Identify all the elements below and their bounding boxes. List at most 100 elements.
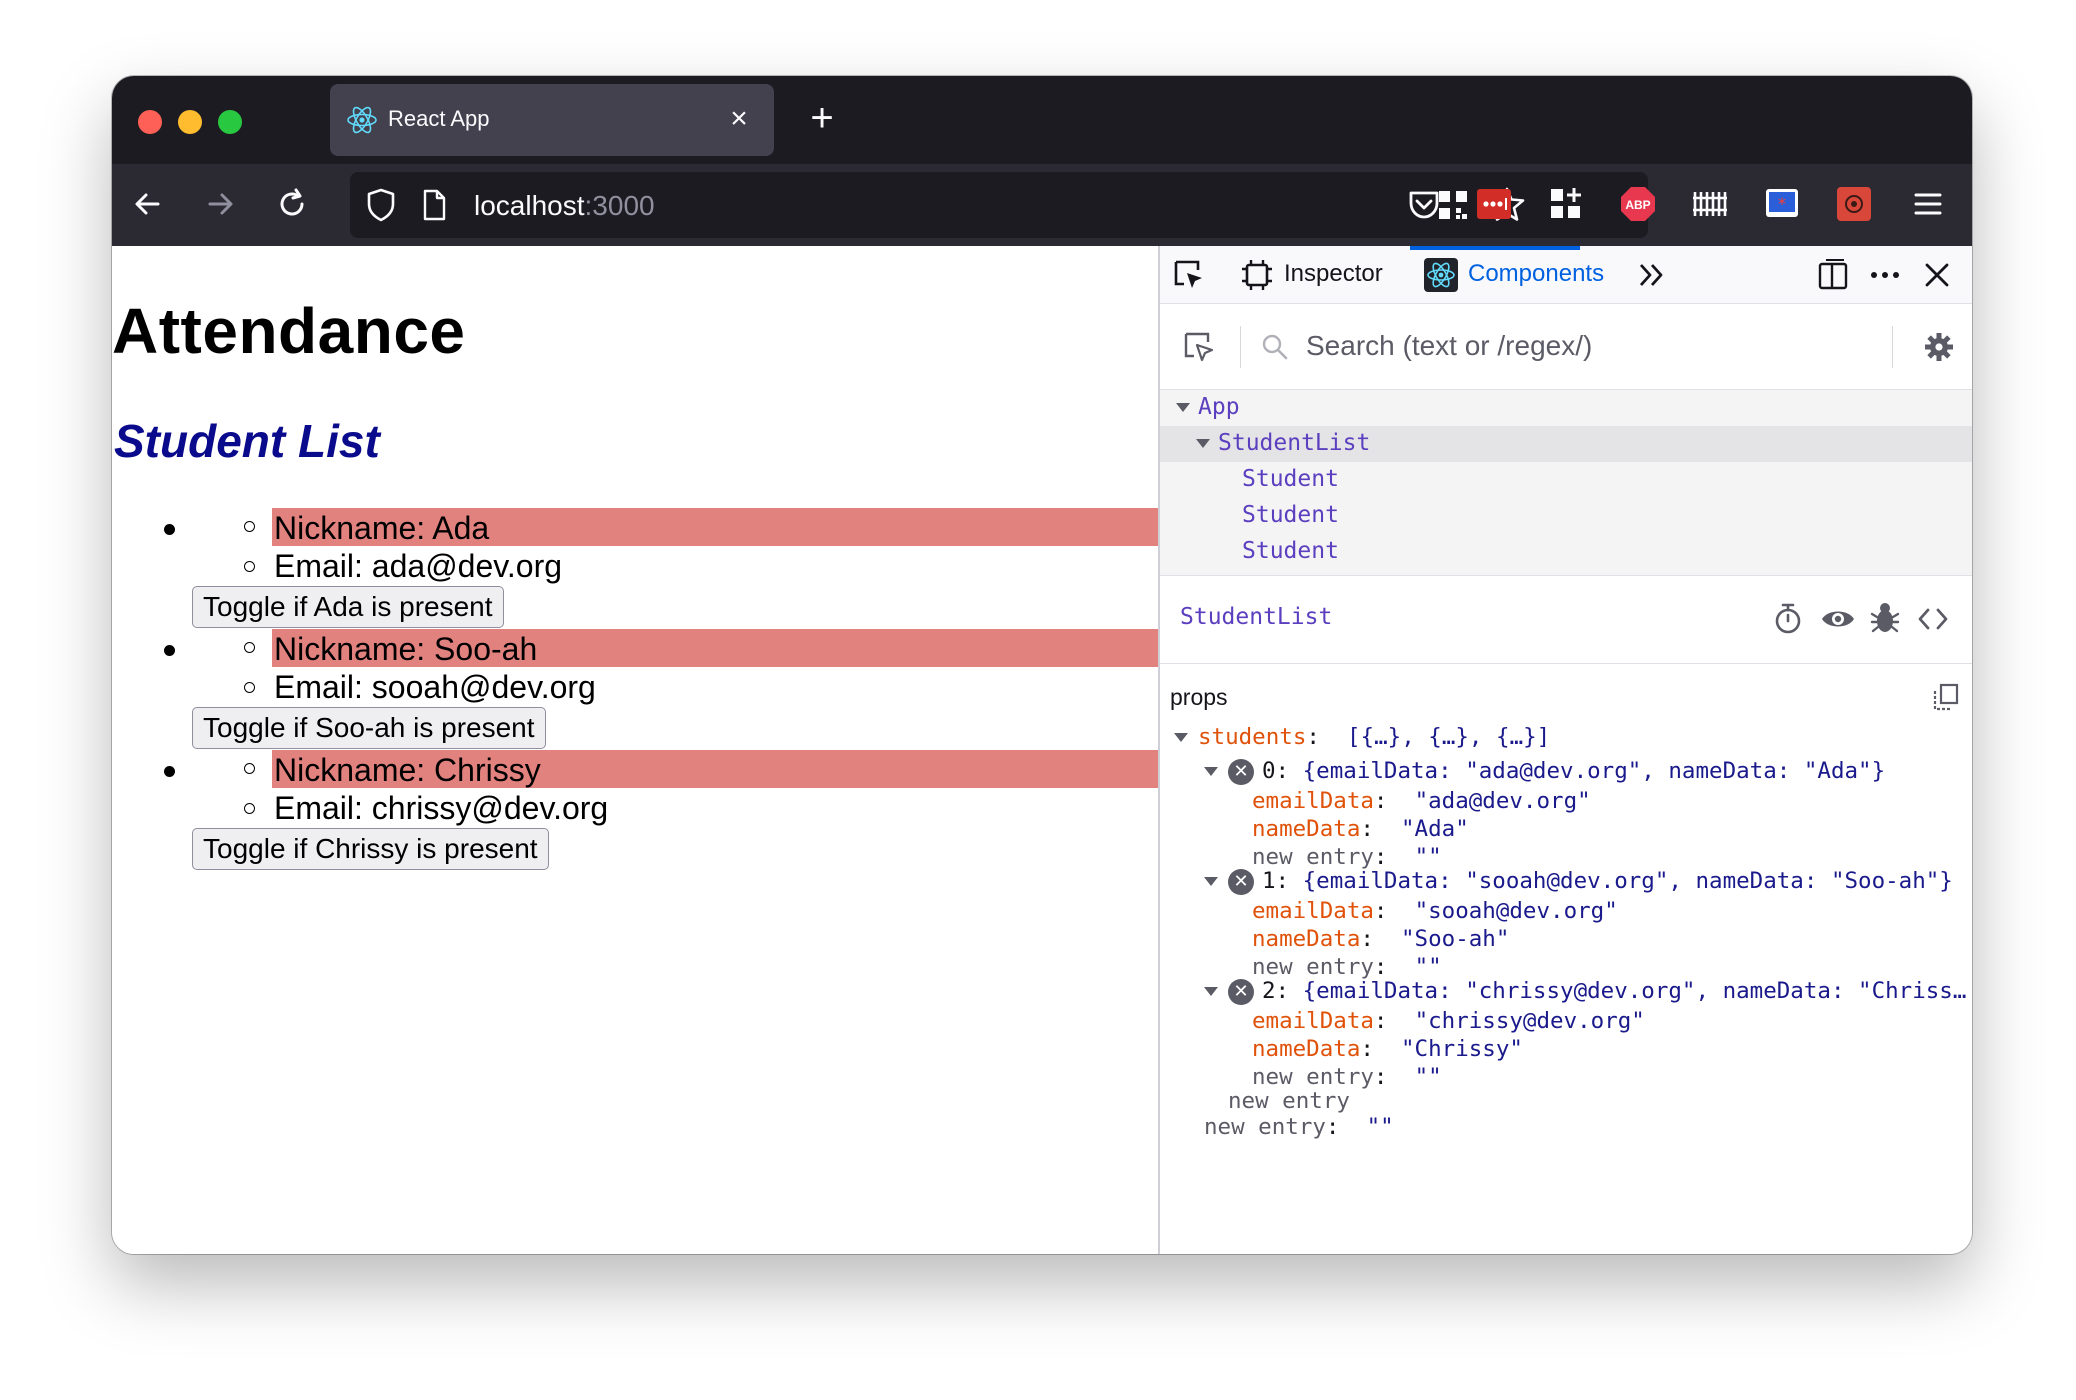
expand-arrow-icon[interactable] (1204, 987, 1218, 996)
expand-arrow-icon[interactable] (1196, 439, 1210, 448)
new-tab-button[interactable]: + (802, 98, 842, 138)
copy-icon[interactable] (1932, 682, 1960, 712)
dock-side-icon[interactable] (1816, 258, 1850, 292)
more-options-icon[interactable] (1868, 258, 1902, 292)
toggle-present-button[interactable]: Toggle if Ada is present (192, 586, 504, 628)
prop-row-entry[interactable]: ✕ 1: {emailData: "sooah@dev.org", nameDat… (1204, 868, 1953, 902)
tree-item-app[interactable]: App (1160, 390, 1972, 426)
remove-entry-icon[interactable]: ✕ (1228, 868, 1254, 895)
prop-value[interactable]: "" (1367, 1114, 1394, 1140)
entry-summary: {emailData: "chrissy@dev.org", nameData:… (1302, 978, 1967, 1004)
lastpass-extension-icon[interactable] (1474, 184, 1514, 224)
prop-key: students (1198, 724, 1307, 750)
prop-value[interactable]: "Soo-ah" (1401, 926, 1509, 952)
extensions-grid-icon[interactable] (1546, 184, 1586, 224)
browser-tab-react-app[interactable]: React App × (330, 84, 774, 156)
prop-key: emailData (1252, 898, 1374, 924)
tree-item-label: Student (1242, 538, 1339, 564)
hamburger-menu-icon[interactable] (1908, 184, 1948, 224)
tab-close-icon[interactable]: × (724, 104, 754, 134)
sublist-bullet (244, 521, 255, 532)
prop-key[interactable]: new entry (1252, 1064, 1374, 1090)
devtools-panel: Inspector Components Search (text or /re… (1158, 246, 1972, 1254)
sublist-bullet (244, 803, 255, 814)
devtools-tab-bar: Inspector Components (1160, 246, 1972, 304)
prop-key: nameData (1252, 816, 1361, 842)
bug-icon[interactable] (1868, 600, 1902, 636)
eye-icon[interactable] (1820, 604, 1856, 634)
student-list-heading: Student List (114, 415, 380, 467)
inspector-icon[interactable] (1240, 258, 1274, 292)
url-text[interactable]: localhost:3000 (474, 190, 655, 222)
prop-value[interactable]: "" (1415, 844, 1442, 870)
adblock-plus-icon[interactable]: ABP (1618, 184, 1658, 224)
zoom-window-button[interactable] (218, 110, 242, 134)
screenshot-extension-icon[interactable]: * (1762, 184, 1802, 224)
tree-item-student[interactable]: Student (1160, 462, 1972, 498)
prop-row-entry[interactable]: ✕ 2: {emailData: "chrissy@dev.org", nameD… (1204, 978, 1966, 1012)
nav-toolbar: localhost:3000 ABP * (112, 164, 1972, 246)
remove-entry-icon[interactable]: ✕ (1228, 758, 1254, 785)
url-host: localhost (474, 190, 585, 221)
expand-arrow-icon[interactable] (1176, 403, 1190, 412)
pocket-icon[interactable] (1404, 184, 1444, 224)
prop-row-new-entry[interactable]: new entry: "" (1204, 1114, 1394, 1148)
minimize-window-button[interactable] (178, 110, 202, 134)
page-title: Attendance (112, 295, 466, 367)
stopwatch-icon[interactable] (1772, 602, 1804, 636)
prop-value[interactable]: "Chrissy" (1401, 1036, 1523, 1062)
expand-arrow-icon[interactable] (1174, 733, 1188, 742)
toggle-present-button[interactable]: Toggle if Chrissy is present (192, 828, 549, 870)
student-email: Email: chrissy@dev.org (274, 790, 609, 826)
prop-key[interactable]: new entry (1228, 1088, 1350, 1114)
toggle-present-button[interactable]: Toggle if Soo-ah is present (192, 707, 546, 749)
prop-value[interactable]: "chrissy@dev.org" (1415, 1008, 1645, 1034)
element-picker-icon[interactable] (1172, 258, 1206, 292)
reload-icon[interactable] (272, 184, 312, 224)
prop-colon: : (1360, 816, 1374, 842)
react-logo-icon (347, 106, 377, 134)
settings-gear-icon[interactable] (1922, 330, 1956, 364)
prop-key: nameData (1252, 926, 1361, 952)
prop-value[interactable]: "Ada" (1401, 816, 1469, 842)
tab-inspector[interactable]: Inspector (1284, 260, 1383, 288)
sublist-bullet (244, 682, 255, 693)
forward-arrow-icon[interactable] (200, 184, 240, 224)
expand-arrow-icon[interactable] (1204, 767, 1218, 776)
prop-key[interactable]: new entry (1252, 844, 1374, 870)
remove-entry-icon[interactable]: ✕ (1228, 978, 1254, 1005)
url-bar[interactable]: localhost:3000 (350, 172, 1648, 238)
prop-value[interactable]: "" (1415, 1064, 1442, 1090)
library-icon[interactable] (1690, 184, 1730, 224)
tree-item-studentlist[interactable]: StudentList (1160, 426, 1972, 462)
react-devtools-extension-icon[interactable] (1834, 184, 1874, 224)
prop-key[interactable]: new entry (1204, 1114, 1326, 1140)
shield-icon[interactable] (364, 187, 398, 223)
select-component-icon[interactable] (1182, 330, 1216, 364)
tree-item-student[interactable]: Student (1160, 534, 1972, 570)
page-document-icon[interactable] (420, 189, 448, 221)
tab-components[interactable]: Components (1468, 260, 1604, 288)
component-search-row: Search (text or /regex/) (1160, 304, 1972, 390)
entry-index: 0: (1262, 758, 1290, 784)
entry-index: 1: (1262, 868, 1290, 894)
prop-value[interactable]: "sooah@dev.org" (1415, 898, 1618, 924)
search-input[interactable]: Search (text or /regex/) (1306, 330, 1592, 362)
prop-value[interactable]: "ada@dev.org" (1415, 788, 1591, 814)
prop-row-entry[interactable]: ✕ 0: {emailData: "ada@dev.org", nameData:… (1204, 758, 1885, 792)
expand-arrow-icon[interactable] (1204, 877, 1218, 886)
props-title: props (1170, 684, 1228, 710)
tree-item-student[interactable]: Student (1160, 498, 1972, 534)
prop-key: emailData (1252, 1008, 1374, 1034)
prop-value[interactable]: "" (1415, 954, 1442, 980)
chevron-double-right-icon[interactable] (1636, 260, 1668, 290)
react-components-icon[interactable] (1424, 258, 1458, 292)
sublist-bullet (244, 642, 255, 653)
prop-row-students[interactable]: students: [{…}, {…}, {…}] (1174, 724, 1550, 758)
prop-colon: : (1325, 1114, 1340, 1140)
close-devtools-icon[interactable] (1920, 258, 1954, 292)
prop-key[interactable]: new entry (1252, 954, 1374, 980)
back-arrow-icon[interactable] (128, 184, 168, 224)
view-source-icon[interactable] (1916, 604, 1950, 634)
close-window-button[interactable] (138, 110, 162, 134)
